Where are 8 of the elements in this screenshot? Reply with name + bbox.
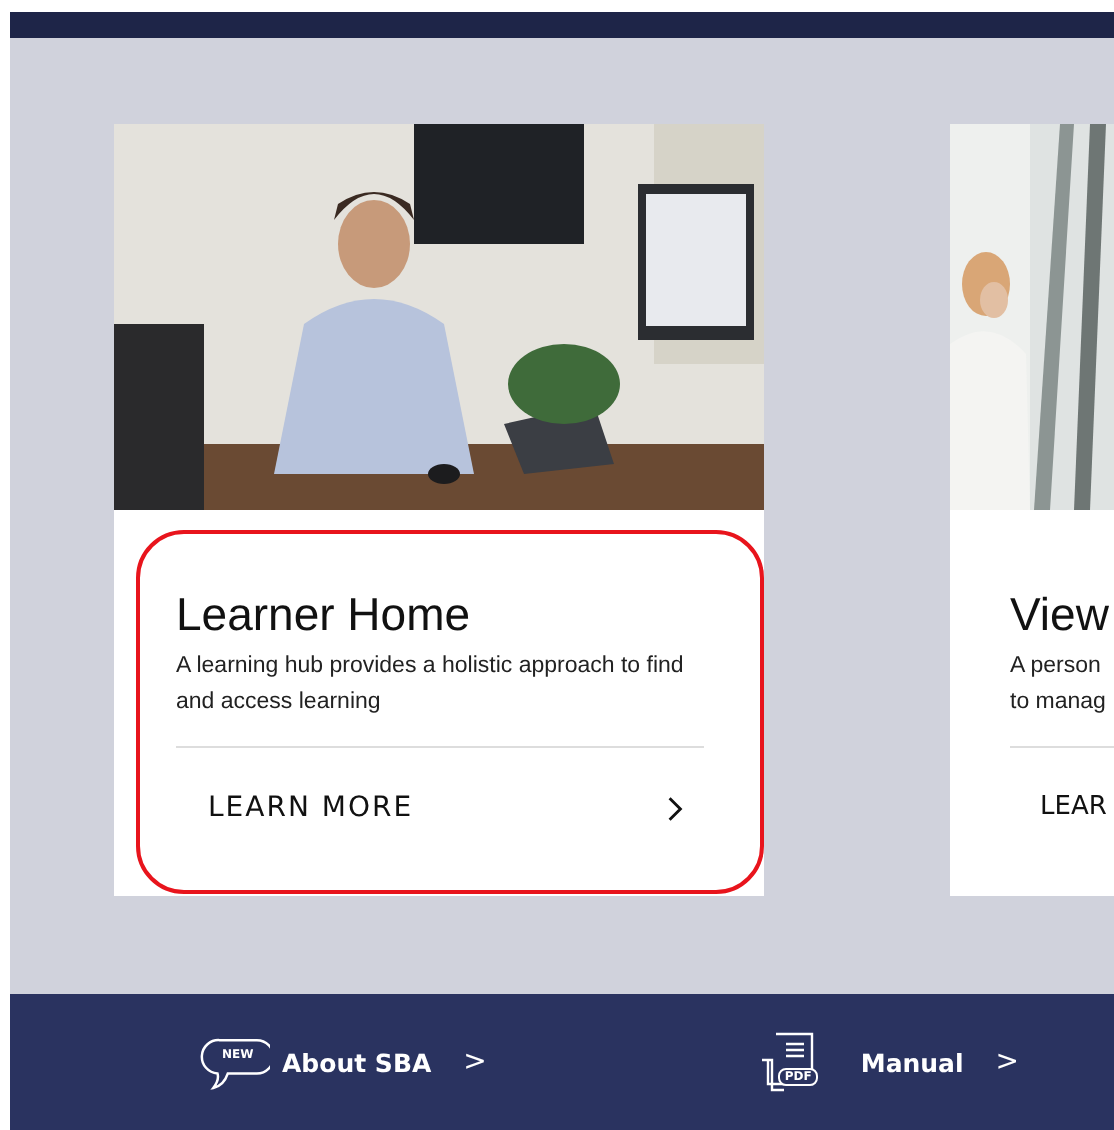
learn-more-link[interactable]: LEARN MORE [208,792,684,824]
card-title: Learner Home [176,588,473,640]
card-title: View [1010,588,1111,640]
card-description: to manag [1010,688,1108,718]
card-description: A learning hub provides a holistic approach to find and access learning [176,652,686,718]
chevron-icon [666,795,684,821]
learn-more-link[interactable]: LEAR [1040,792,1114,822]
card-description: A person [1010,652,1103,682]
